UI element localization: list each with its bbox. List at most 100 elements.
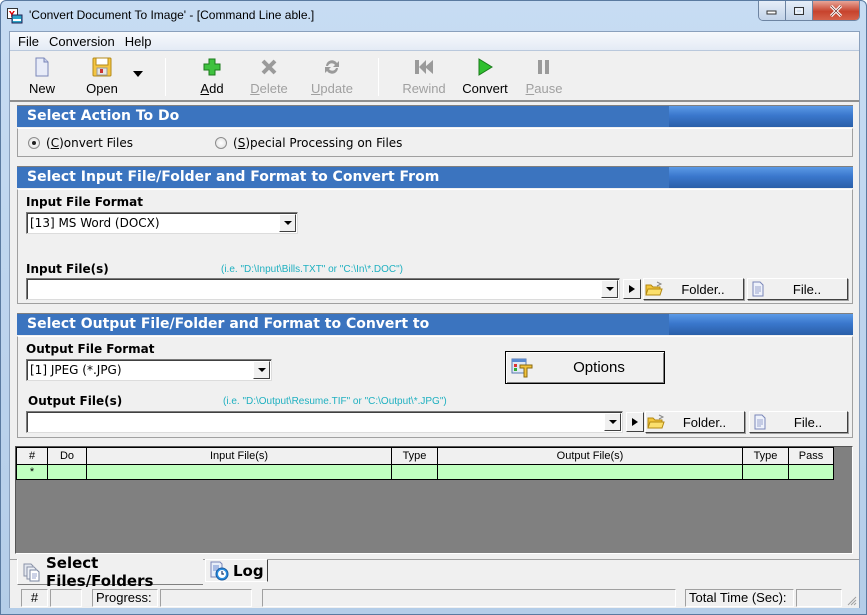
update-label: Update (311, 81, 353, 96)
options-icon (510, 356, 534, 380)
action-panel: (C)onvert Files (S)pecial Processing on … (17, 128, 853, 157)
cell-output-files[interactable] (437, 464, 743, 480)
input-files-combo[interactable] (26, 278, 620, 300)
chevron-down-icon (608, 419, 617, 424)
output-files-hint: (i.e. "D:\Output\Resume.TIF" or "C:\Outp… (223, 396, 447, 407)
special-processing-label: (S)pecial Processing on Files (233, 136, 403, 150)
minimize-button[interactable] (759, 1, 786, 20)
col-header-output-files[interactable]: Output File(s) (437, 447, 743, 465)
chevron-down-icon (133, 71, 143, 77)
convert-files-radio[interactable]: (C)onvert Files (28, 136, 133, 150)
client-area: File Conversion Help New Open Add Delete… (9, 31, 860, 608)
menu-help[interactable]: Help (120, 34, 157, 49)
resize-grip-icon[interactable] (845, 594, 857, 606)
col-header-input-files[interactable]: Input File(s) (86, 447, 392, 465)
cell-input-files[interactable] (86, 464, 392, 480)
col-header-output-type[interactable]: Type (742, 447, 789, 465)
table-header-row: # Do Input File(s) Type Output File(s) T… (16, 447, 834, 465)
output-go-button[interactable] (626, 412, 644, 432)
rewind-button[interactable]: Rewind (400, 56, 448, 100)
new-button[interactable]: New (22, 56, 62, 100)
output-files-dropdown-button[interactable] (604, 413, 621, 431)
output-format-label: Output File Format (26, 342, 155, 356)
status-progress-label: Progress: (92, 589, 158, 607)
tab-log-label: Log (233, 561, 264, 580)
status-total-time-label: Total Time (Sec): (685, 589, 794, 607)
col-header-number[interactable]: # (16, 447, 48, 465)
tab-strip: Select Files/Folders Log (10, 554, 859, 590)
app-window: Y 'Convert Document To Image' - [Command… (0, 0, 867, 615)
title-bar[interactable]: Y 'Convert Document To Image' - [Command… (1, 1, 866, 31)
special-processing-radio[interactable]: (S)pecial Processing on Files (215, 136, 402, 150)
tab-log[interactable]: Log (205, 559, 268, 582)
add-button[interactable]: Add (194, 56, 230, 100)
input-go-button[interactable] (623, 279, 641, 299)
chevron-down-icon (283, 220, 292, 225)
output-folder-label: Folder.. (682, 414, 727, 430)
new-label: New (28, 81, 55, 96)
input-file-button[interactable]: File.. (747, 278, 848, 300)
table-row[interactable]: * (16, 464, 834, 480)
cell-input-type[interactable] (391, 464, 438, 480)
input-folder-label: Folder.. (681, 281, 725, 297)
output-file-button[interactable]: File.. (749, 411, 848, 433)
status-hash: # (21, 589, 48, 607)
cell-number[interactable]: * (16, 464, 48, 480)
x-icon (258, 56, 280, 78)
status-message (262, 589, 676, 607)
convert-files-label: (C)onvert Files (46, 136, 133, 150)
file-grid[interactable]: # Do Input File(s) Type Output File(s) T… (15, 446, 853, 554)
convert-button[interactable]: Convert (460, 56, 510, 100)
col-header-do[interactable]: Do (47, 447, 87, 465)
status-progress-bar (160, 589, 252, 607)
window-controls (758, 1, 860, 21)
input-files-label: Input File(s) (26, 262, 109, 276)
output-format-select[interactable]: [1] JPEG (*.JPG) (26, 359, 272, 381)
col-header-pass[interactable]: Pass (788, 447, 834, 465)
input-format-select[interactable]: [13] MS Word (DOCX) (26, 212, 298, 234)
output-folder-button[interactable]: Folder.. (645, 411, 745, 433)
input-section-header: Select Input File/Folder and Format to C… (17, 166, 853, 188)
delete-button[interactable]: Delete (247, 56, 291, 100)
delete-label: Delete (250, 81, 288, 96)
menu-conversion[interactable]: Conversion (44, 34, 120, 49)
open-button[interactable]: Open (80, 56, 124, 100)
pause-icon (533, 56, 555, 78)
close-button[interactable] (813, 1, 859, 20)
input-files-hint: (i.e. "D:\Input\Bills.TXT" or "C:\In\*.D… (221, 264, 404, 275)
play-icon (474, 56, 496, 78)
input-folder-button[interactable]: Folder.. (643, 278, 744, 300)
action-section-header: Select Action To Do (17, 105, 853, 127)
status-bar: # Progress: Total Time (Sec): (10, 587, 859, 608)
input-format-label: Input File Format (26, 195, 144, 209)
output-section-title: Select Output File/Folder and Format to … (27, 316, 430, 332)
toolbar-separator (165, 58, 166, 96)
log-clock-icon (209, 561, 229, 581)
cell-output-type[interactable] (742, 464, 789, 480)
tab-select-files-folders[interactable]: Select Files/Folders (17, 554, 203, 590)
maximize-button[interactable] (786, 1, 813, 20)
folder-icon (645, 280, 663, 298)
output-files-combo[interactable] (26, 411, 623, 433)
output-format-dropdown-button[interactable] (253, 361, 270, 379)
toolbar: New Open Add Delete Update Rewind Conver… (10, 52, 859, 102)
menu-file[interactable]: File (13, 34, 44, 49)
cell-do[interactable] (47, 464, 87, 480)
file-icon (749, 280, 767, 298)
input-section-title: Select Input File/Folder and Format to C… (27, 169, 440, 185)
options-button[interactable]: Options (505, 351, 665, 384)
output-format-value: [1] JPEG (*.JPG) (30, 363, 122, 377)
update-button[interactable]: Update (307, 56, 357, 100)
output-section-header: Select Output File/Folder and Format to … (17, 313, 853, 335)
tab-select-files-folders-label: Select Files/Folders (46, 553, 154, 590)
output-files-label: Output File(s) (28, 394, 123, 408)
col-header-input-type[interactable]: Type (391, 447, 438, 465)
pause-label: Pause (525, 81, 563, 96)
input-format-dropdown-button[interactable] (279, 214, 296, 232)
cell-pass[interactable] (788, 464, 834, 480)
app-icon: Y (7, 8, 23, 24)
play-arrow-icon (629, 285, 635, 293)
file-icon (751, 413, 769, 431)
input-files-dropdown-button[interactable] (601, 280, 618, 298)
pause-button[interactable]: Pause (525, 56, 563, 100)
